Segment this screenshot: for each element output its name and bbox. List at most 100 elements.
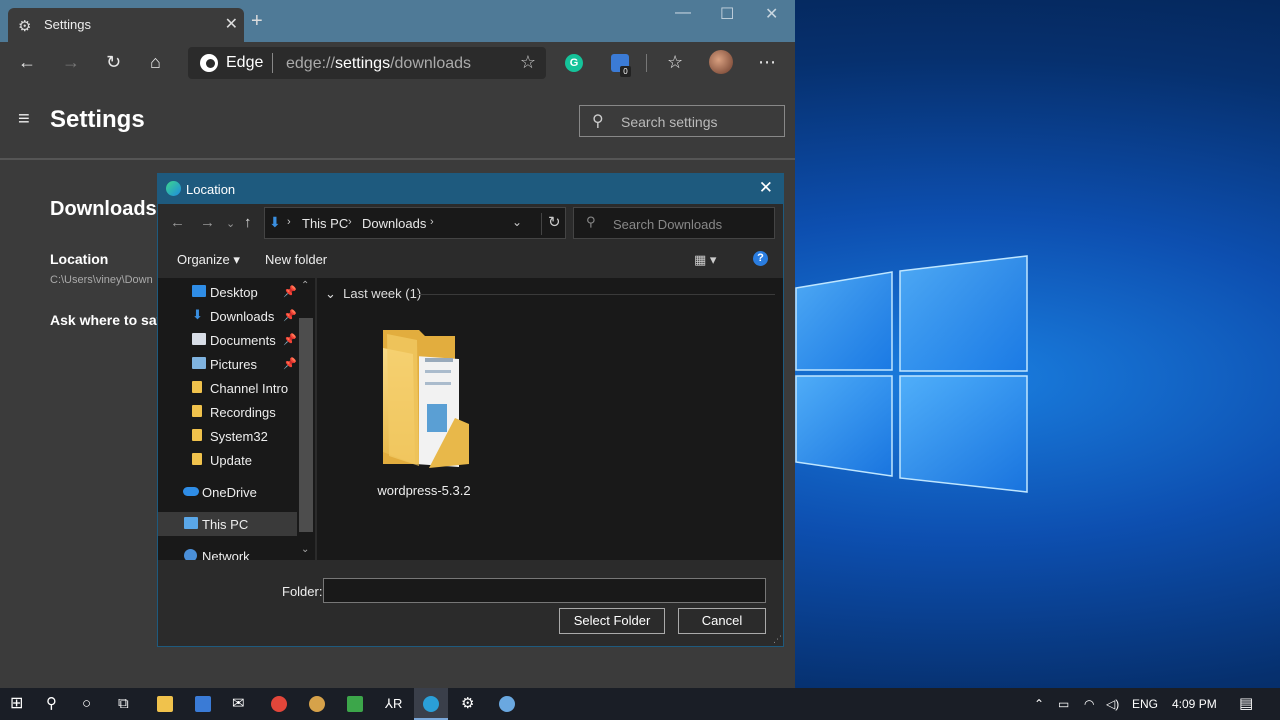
breadcrumb-this-pc[interactable]: This PC	[302, 216, 348, 231]
resize-grip-icon[interactable]: ⋰	[773, 634, 782, 645]
search-icon[interactable]: ⚲	[46, 696, 57, 712]
folder-icon	[192, 405, 202, 417]
forward-icon[interactable]: →	[62, 51, 80, 73]
close-window-button[interactable]: ✕	[765, 4, 778, 24]
chrome-icon[interactable]	[271, 696, 287, 712]
new-folder-button[interactable]: New folder	[265, 252, 327, 267]
address-dropdown-icon[interactable]: ⌄	[512, 215, 522, 229]
tab-bar: ⚙ Settings ✕ + — ☐ ✕	[0, 0, 795, 42]
nav-item-onedrive[interactable]: OneDrive	[158, 480, 298, 504]
minimize-button[interactable]: —	[675, 4, 691, 22]
cortana-icon[interactable]: ○	[82, 696, 91, 712]
refresh-icon[interactable]: ↻	[106, 51, 121, 73]
ask-where-to-save-label: Ask where to sav	[50, 312, 157, 328]
gear-icon: ⚙	[18, 18, 32, 35]
snipping-icon[interactable]	[499, 696, 515, 712]
toolbar-divider	[646, 54, 647, 72]
back-icon[interactable]: ←	[170, 214, 185, 231]
collections-icon[interactable]: ☆	[667, 51, 683, 73]
show-hidden-icons-icon[interactable]: ⌃	[1034, 696, 1044, 712]
up-icon[interactable]: ↑	[244, 214, 252, 231]
address-separator	[272, 53, 273, 73]
action-center-icon[interactable]: ▤	[1239, 696, 1253, 712]
recorder-icon[interactable]: ⅄R	[385, 696, 402, 712]
nav-item-documents[interactable]: Documents 📌	[158, 328, 298, 352]
nav-item-pictures[interactable]: Pictures 📌	[158, 352, 298, 376]
nav-item-downloads[interactable]: ⬇ Downloads 📌	[158, 304, 298, 328]
pin-icon: 📌	[283, 310, 297, 322]
grammarly-extension-icon[interactable]: G	[565, 54, 583, 72]
nav-item-desktop[interactable]: Desktop 📌	[158, 280, 298, 304]
nav-item-channel-intro[interactable]: Channel Intro	[158, 376, 298, 400]
volume-icon[interactable]: ◁)	[1106, 696, 1119, 712]
battery-icon[interactable]: ▭	[1058, 696, 1069, 712]
scrollbar-thumb[interactable]	[299, 318, 313, 532]
address-bar[interactable]: Edge edge://settings/downloads ☆	[188, 47, 546, 79]
language-indicator[interactable]: ENG	[1132, 697, 1158, 711]
search-placeholder: Search Downloads	[613, 217, 723, 232]
file-explorer-icon[interactable]	[157, 696, 173, 712]
dialog-navigation-row: ← → ⌄ ↑ ⬇ › This PC › Downloads › ⌄ ↻ ⚲ …	[158, 204, 783, 244]
nav-item-system32[interactable]: System32	[158, 424, 298, 448]
clock[interactable]: 4:09 PM	[1172, 697, 1217, 711]
breadcrumb-downloads[interactable]: Downloads	[362, 216, 426, 231]
nav-item-this-pc[interactable]: This PC	[158, 512, 298, 536]
mail-icon[interactable]: ✉	[232, 696, 245, 712]
location-path: C:\Users\viney\Down	[50, 274, 153, 286]
navigation-pane: Desktop 📌 ⬇ Downloads 📌 Documents 📌 Pict…	[158, 278, 315, 560]
help-icon[interactable]: ?	[753, 251, 768, 266]
address-brand: Edge	[226, 54, 264, 71]
windows-logo-wallpaper	[795, 255, 1028, 493]
pictures-icon	[192, 357, 206, 369]
edge-logo-icon	[166, 181, 181, 196]
nav-item-update[interactable]: Update	[158, 448, 298, 472]
breadcrumb-chevron-icon[interactable]: ›	[348, 216, 352, 228]
breadcrumb-chevron-icon[interactable]: ›	[287, 216, 291, 228]
search-downloads-input[interactable]: ⚲ Search Downloads	[573, 207, 775, 239]
file-content-pane: ⌄ Last week (1) wordpress-5.3.2	[317, 278, 783, 560]
tab-settings[interactable]: ⚙ Settings ✕	[8, 8, 244, 42]
edge-icon[interactable]	[423, 696, 439, 712]
maximize-button[interactable]: ☐	[720, 4, 734, 24]
extension-badge: 0	[620, 66, 631, 77]
scroll-up-icon[interactable]: ⌃	[301, 280, 309, 291]
camtasia-icon[interactable]	[347, 696, 363, 712]
desktop-icon	[192, 285, 206, 297]
recent-locations-chevron-icon[interactable]: ⌄	[226, 217, 235, 230]
cancel-button[interactable]: Cancel	[678, 608, 766, 634]
app-icon[interactable]	[309, 696, 325, 712]
breadcrumb-chevron-icon[interactable]: ›	[430, 216, 434, 228]
nav-item-network[interactable]: Network	[158, 544, 298, 560]
dialog-footer: Folder: Select Folder Cancel ⋰	[158, 560, 783, 646]
refresh-icon[interactable]: ↻	[541, 213, 561, 235]
wifi-icon[interactable]: ◠	[1084, 696, 1094, 712]
forward-icon[interactable]: →	[200, 214, 215, 231]
select-folder-button[interactable]: Select Folder	[559, 608, 665, 634]
store-icon[interactable]	[195, 696, 211, 712]
back-icon[interactable]: ←	[18, 51, 36, 73]
nav-item-recordings[interactable]: Recordings	[158, 400, 298, 424]
profile-avatar[interactable]	[709, 50, 733, 74]
favorite-star-icon[interactable]: ☆	[520, 52, 536, 73]
breadcrumb[interactable]: ⬇ › This PC › Downloads › ⌄ ↻	[264, 207, 566, 239]
scroll-down-icon[interactable]: ⌄	[301, 544, 309, 555]
this-pc-icon	[184, 517, 198, 529]
start-button-icon[interactable]: ⊞	[10, 696, 23, 712]
tab-close-icon[interactable]: ✕	[225, 14, 238, 34]
dialog-command-bar: Organize ▾ New folder ▦ ▾ ?	[158, 244, 783, 276]
edge-logo-icon	[200, 54, 218, 72]
task-view-icon[interactable]: ⧉	[118, 696, 129, 712]
folder-input[interactable]	[323, 578, 766, 603]
settings-search-input[interactable]: ⚲ Search settings	[579, 105, 785, 137]
dialog-close-button[interactable]: ✕	[759, 178, 773, 198]
folder-item[interactable]: wordpress-5.3.2	[359, 318, 489, 498]
organize-button[interactable]: Organize ▾	[177, 252, 240, 268]
navigation-scrollbar[interactable]: ⌃ ⌄	[297, 278, 315, 560]
view-options-icon[interactable]: ▦ ▾	[694, 252, 716, 268]
more-menu-icon[interactable]: ⋯	[758, 51, 776, 73]
group-header[interactable]: ⌄ Last week (1)	[325, 286, 421, 302]
new-tab-icon[interactable]: +	[251, 11, 263, 31]
hamburger-menu-icon[interactable]: ≡	[18, 108, 30, 131]
settings-gear-icon[interactable]: ⚙	[461, 696, 474, 712]
home-icon[interactable]: ⌂	[150, 51, 161, 73]
